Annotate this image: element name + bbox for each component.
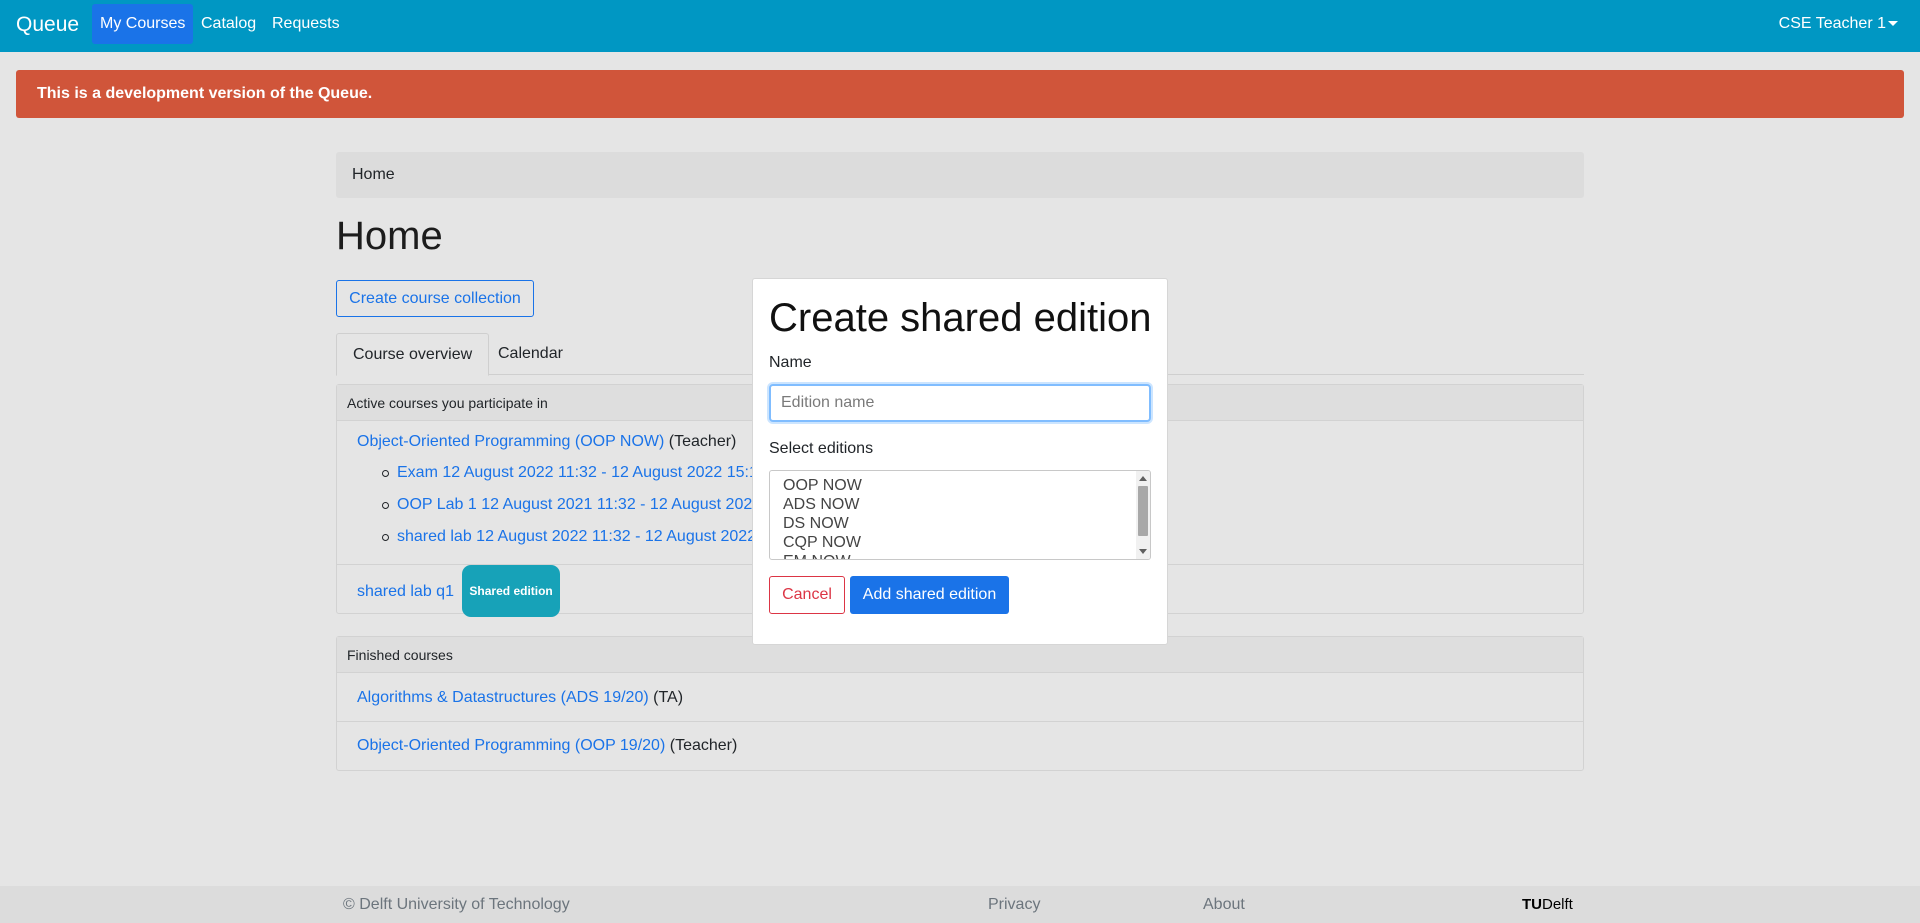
- edition-name-input[interactable]: [769, 384, 1151, 422]
- create-shared-edition-modal: Create shared edition Name Select editio…: [752, 278, 1168, 645]
- edition-option[interactable]: EM NOW: [770, 552, 1135, 559]
- name-label: Name: [769, 354, 812, 371]
- breadcrumb-home[interactable]: Home: [352, 166, 395, 183]
- user-menu[interactable]: CSE Teacher 1: [1779, 15, 1898, 33]
- tudelft-logo: TUDelft: [1522, 896, 1573, 913]
- finished-courses-card: Finished courses Algorithms & Datastruct…: [336, 636, 1584, 771]
- breadcrumb: Home: [336, 152, 1584, 198]
- footer-about-link[interactable]: About: [1203, 896, 1245, 914]
- scroll-thumb[interactable]: [1138, 486, 1148, 536]
- edition-option[interactable]: ADS NOW: [770, 495, 1135, 514]
- table-row: Object-Oriented Programming (OOP 19/20) …: [337, 722, 1583, 770]
- tab-calendar[interactable]: Calendar: [482, 333, 579, 375]
- edition-option[interactable]: CQP NOW: [770, 533, 1135, 552]
- course-role: (TA): [653, 689, 684, 706]
- edition-option[interactable]: DS NOW: [770, 514, 1135, 533]
- scroll-up-arrow-icon[interactable]: [1139, 476, 1147, 481]
- tab-course-overview[interactable]: Course overview: [336, 333, 490, 376]
- select-editions-label: Select editions: [769, 440, 874, 457]
- table-row: Algorithms & Datastructures (ADS 19/20) …: [337, 673, 1583, 722]
- select-scrollbar[interactable]: [1136, 471, 1150, 559]
- footer: © Delft University of Technology Privacy…: [0, 886, 1920, 923]
- cancel-button[interactable]: Cancel: [769, 576, 845, 614]
- session-link[interactable]: Exam 12 August 2022 11:32 - 12 August 20…: [397, 464, 758, 481]
- footer-privacy-link[interactable]: Privacy: [988, 896, 1040, 914]
- course-link[interactable]: Object-Oriented Programming (OOP NOW): [357, 433, 664, 450]
- page-title: Home: [336, 214, 443, 258]
- course-role: (Teacher): [668, 433, 737, 450]
- brand-link[interactable]: Queue: [16, 13, 79, 37]
- modal-title: Create shared edition: [769, 296, 1152, 340]
- session-link[interactable]: OOP Lab 1 12 August 2021 11:32 - 12 Augu…: [397, 496, 752, 513]
- create-course-collection-button[interactable]: Create course collection: [336, 280, 534, 317]
- editions-multiselect[interactable]: OOP NOW ADS NOW DS NOW CQP NOW EM NOW: [769, 470, 1151, 560]
- edition-option[interactable]: OOP NOW: [770, 476, 1135, 495]
- finished-course-link[interactable]: Algorithms & Datastructures (ADS 19/20): [357, 689, 649, 706]
- user-name: CSE Teacher 1: [1778, 15, 1886, 32]
- scroll-down-arrow-icon[interactable]: [1139, 549, 1147, 554]
- shared-edition-link[interactable]: shared lab q1: [357, 583, 454, 600]
- nav-my-courses[interactable]: My Courses: [92, 4, 194, 44]
- top-navbar: Queue My Courses Catalog Requests CSE Te…: [0, 0, 1920, 52]
- course-role: (Teacher): [669, 737, 738, 754]
- nav-requests[interactable]: Requests: [264, 4, 348, 44]
- shared-edition-badge: Shared edition: [462, 565, 560, 617]
- caret-down-icon: [1888, 21, 1898, 27]
- dev-banner: This is a development version of the Que…: [16, 70, 1904, 118]
- nav-catalog[interactable]: Catalog: [193, 4, 264, 44]
- finished-course-link[interactable]: Object-Oriented Programming (OOP 19/20): [357, 737, 665, 754]
- footer-copyright: © Delft University of Technology: [343, 896, 570, 913]
- add-shared-edition-button[interactable]: Add shared edition: [850, 576, 1009, 614]
- session-link[interactable]: shared lab 12 August 2022 11:32 - 12 Aug…: [397, 528, 756, 545]
